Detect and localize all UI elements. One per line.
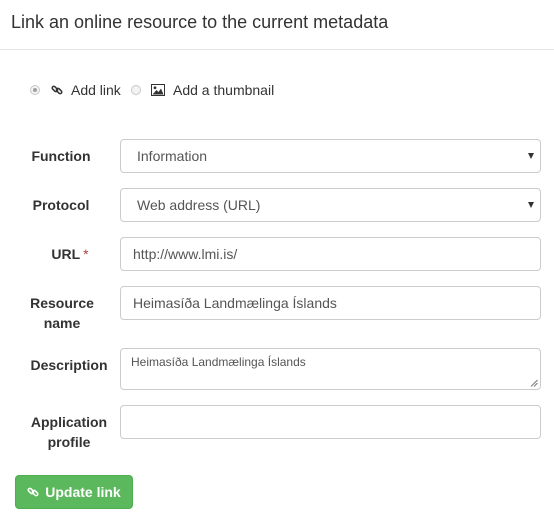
description-label: Description [30,357,108,373]
update-link-button[interactable]: Update link [15,475,133,509]
protocol-label: Protocol [32,197,90,213]
application-profile-input[interactable] [120,405,541,439]
protocol-select[interactable]: Web address (URL) [120,188,541,222]
add-thumbnail-option[interactable]: Add a thumbnail [131,80,274,100]
protocol-select-value: Web address (URL) [137,197,261,213]
update-link-label: Update link [45,484,121,500]
application-profile-label-line2: profile [47,434,91,450]
resource-name-label-line1: Resource [30,295,94,311]
chevron-down-icon [528,153,534,159]
required-mark: * [83,246,89,262]
add-thumbnail-label: Add a thumbnail [173,82,275,98]
url-label-text: URL [51,246,81,262]
add-thumbnail-radio[interactable] [131,85,141,95]
description-textarea[interactable]: Heimasíða Landmælinga Íslands [120,348,541,390]
add-link-radio[interactable] [30,85,40,95]
resource-name-label-line2: name [43,315,81,331]
picture-icon [151,84,165,96]
resource-name-label: Resource name [14,293,110,333]
url-label: URL * [22,244,118,264]
add-link-label: Add link [71,82,121,98]
function-select[interactable]: Information [120,139,541,173]
resource-name-input[interactable] [120,286,541,320]
function-select-value: Information [137,148,208,164]
url-input[interactable] [120,237,541,271]
chevron-down-icon [528,202,534,208]
function-label: Function [31,148,91,164]
link-icon [27,486,39,498]
resize-handle-icon[interactable] [530,379,538,387]
dialog-title: Link an online resource to the current m… [11,12,389,32]
add-link-option[interactable]: Add link [30,80,121,100]
link-icon [51,84,63,96]
application-profile-label-line1: Application [30,414,108,430]
application-profile-label: Application profile [21,412,117,452]
dialog-header: Link an online resource to the current m… [0,0,554,50]
